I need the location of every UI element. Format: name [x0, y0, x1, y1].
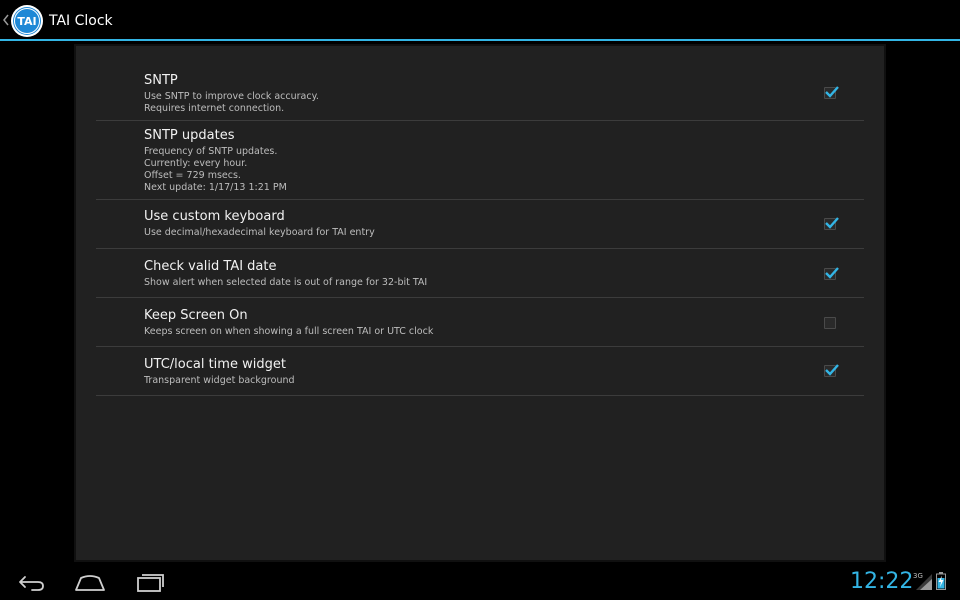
- action-bar: TAI TAI Clock: [0, 0, 960, 41]
- app-logo-text: TAI: [17, 15, 36, 28]
- pref-title: Check valid TAI date: [144, 259, 277, 274]
- keep-screen-on-checkbox[interactable]: [824, 317, 836, 329]
- pref-summary: Use decimal/hexadecimal keyboard for TAI…: [144, 227, 375, 238]
- settings-panel: SNTP Use SNTP to improve clock accuracy.…: [74, 44, 886, 562]
- checkmark-icon: [825, 267, 839, 279]
- checkmark-icon: [825, 217, 839, 229]
- pref-text: Use custom keyboard Use decimal/hexadeci…: [144, 209, 375, 239]
- pref-summary: Transparent widget background: [144, 375, 295, 386]
- pref-check-valid-tai[interactable]: Check valid TAI date Show alert when sel…: [96, 249, 864, 298]
- navigation-bar: 12:22 3G: [0, 562, 960, 600]
- pref-summary: Keeps screen on when showing a full scre…: [144, 326, 434, 337]
- pref-title: SNTP updates: [144, 128, 235, 143]
- status-clock[interactable]: 12:22: [850, 568, 913, 596]
- app-logo-icon[interactable]: TAI: [10, 4, 44, 38]
- app-title: TAI Clock: [49, 13, 113, 29]
- recent-apps-icon[interactable]: [133, 571, 167, 593]
- signal-strength-icon: [916, 574, 932, 590]
- checkmark-icon: [825, 86, 839, 98]
- time-widget-checkbox[interactable]: [824, 364, 839, 377]
- pref-text: SNTP updates Frequency of SNTP updates. …: [144, 128, 287, 194]
- back-arrow-icon[interactable]: [14, 571, 48, 593]
- chevron-left-icon[interactable]: [2, 13, 10, 27]
- pref-title: Use custom keyboard: [144, 209, 285, 224]
- pref-title: SNTP: [144, 73, 178, 88]
- pref-sntp[interactable]: SNTP Use SNTP to improve clock accuracy.…: [96, 60, 864, 121]
- preference-list: SNTP Use SNTP to improve clock accuracy.…: [96, 60, 864, 396]
- checkmark-icon: [825, 364, 839, 376]
- pref-summary: Use SNTP to improve clock accuracy. Requ…: [144, 91, 319, 114]
- pref-title: UTC/local time widget: [144, 357, 286, 372]
- battery-charging-icon: [936, 572, 946, 590]
- pref-title: Keep Screen On: [144, 308, 248, 323]
- pref-text: UTC/local time widget Transparent widget…: [144, 357, 295, 387]
- home-icon[interactable]: [73, 571, 107, 593]
- pref-text: Keep Screen On Keeps screen on when show…: [144, 308, 433, 338]
- pref-time-widget[interactable]: UTC/local time widget Transparent widget…: [96, 347, 864, 396]
- pref-keep-screen-on[interactable]: Keep Screen On Keeps screen on when show…: [96, 298, 864, 347]
- check-valid-tai-checkbox[interactable]: [824, 267, 839, 280]
- pref-summary: Show alert when selected date is out of …: [144, 277, 428, 288]
- custom-keyboard-checkbox[interactable]: [824, 217, 839, 230]
- pref-custom-keyboard[interactable]: Use custom keyboard Use decimal/hexadeci…: [96, 200, 864, 249]
- screen: TAI TAI Clock SNTP Use SNTP to improve c…: [0, 0, 960, 600]
- pref-text: Check valid TAI date Show alert when sel…: [144, 259, 427, 289]
- pref-sntp-updates[interactable]: SNTP updates Frequency of SNTP updates. …: [96, 121, 864, 200]
- sntp-checkbox[interactable]: [824, 86, 839, 99]
- pref-text: SNTP Use SNTP to improve clock accuracy.…: [144, 73, 319, 115]
- pref-summary: Frequency of SNTP updates. Currently: ev…: [144, 146, 287, 193]
